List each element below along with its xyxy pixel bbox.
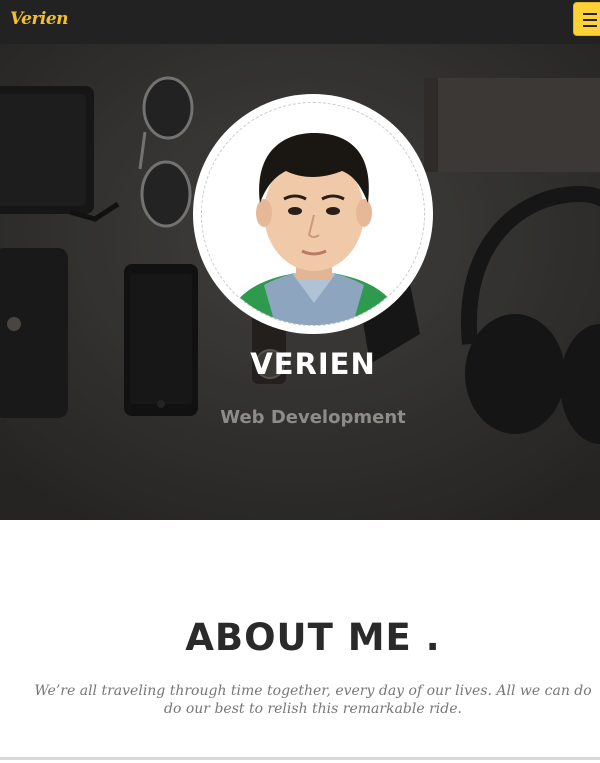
- about-title: ABOUT ME .: [185, 616, 441, 659]
- hero-name: VERIEN: [250, 347, 376, 381]
- about-text-line-2: do our best to relish this remarkable ri…: [164, 701, 462, 717]
- hamburger-icon: [583, 13, 597, 27]
- about-text: We’re all traveling through time togethe…: [13, 682, 600, 718]
- avatar-portrait: [202, 103, 424, 325]
- avatar: [201, 102, 425, 326]
- about-text-line-1: We’re all traveling through time togethe…: [34, 683, 592, 699]
- section-divider: [0, 757, 600, 760]
- brand-logo[interactable]: Verien: [10, 9, 69, 29]
- hero-subtitle: Web Development: [220, 407, 406, 428]
- menu-toggle-button[interactable]: [573, 2, 600, 36]
- hero-section: VERIEN Web Development: [0, 44, 600, 520]
- navbar: Verien: [0, 0, 600, 44]
